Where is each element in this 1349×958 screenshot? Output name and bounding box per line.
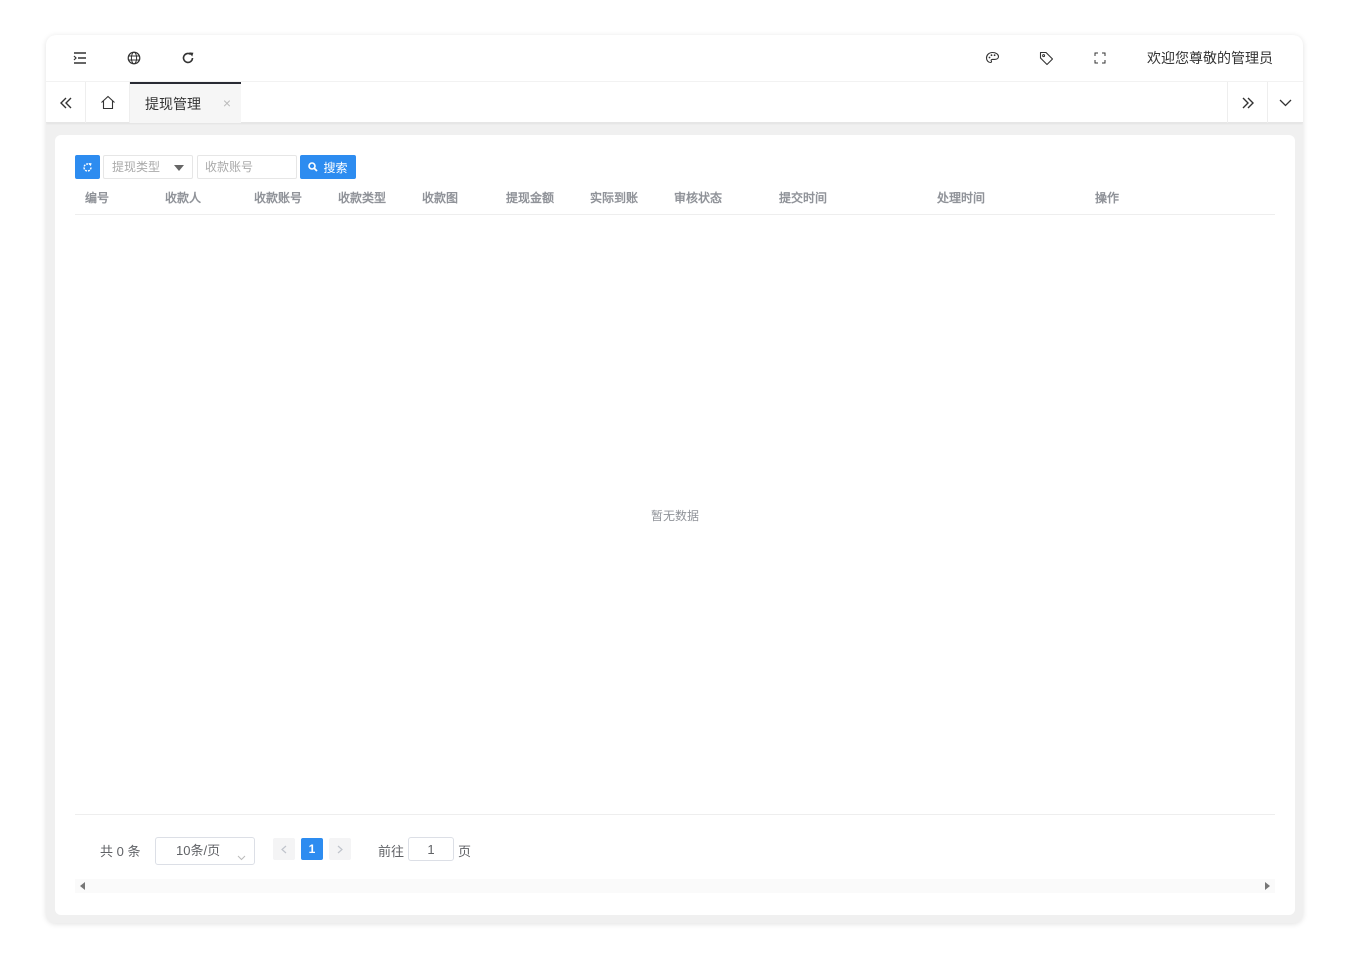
column-header[interactable]: 提现金额: [506, 189, 554, 206]
refresh-icon: [83, 162, 92, 172]
column-header[interactable]: 收款图: [422, 189, 458, 206]
table-header: 编号 收款人 收款账号 收款类型 收款图 提现金额 实际到账 审核状态 提交时间…: [75, 179, 1275, 215]
indent-icon[interactable]: [70, 48, 90, 68]
withdraw-type-select[interactable]: 提现类型: [103, 155, 193, 179]
column-header[interactable]: 提交时间: [779, 189, 827, 206]
page-number-current[interactable]: 1: [301, 838, 323, 860]
table-bottom-divider: [75, 814, 1275, 815]
tag-icon[interactable]: [1036, 48, 1056, 68]
next-page-button[interactable]: [329, 838, 351, 860]
tabs-scroll-left-button[interactable]: [46, 82, 86, 123]
tab-withdraw-management[interactable]: 提现管理 ×: [130, 82, 241, 123]
column-header[interactable]: 处理时间: [937, 189, 985, 206]
column-header[interactable]: 审核状态: [674, 189, 722, 206]
pagination-total: 共 0 条: [100, 844, 141, 859]
globe-icon[interactable]: [124, 48, 144, 68]
prev-page-button[interactable]: [273, 838, 295, 860]
scroll-left-arrow-icon[interactable]: [80, 882, 85, 890]
home-icon: [100, 95, 115, 110]
column-header[interactable]: 收款人: [165, 189, 201, 206]
goto-suffix: 页: [458, 844, 472, 859]
tabs-menu-button[interactable]: [1267, 82, 1303, 123]
caret-down-icon: [174, 165, 184, 171]
page-size-select[interactable]: 10条/页: [155, 837, 255, 865]
fullscreen-icon[interactable]: [1090, 48, 1110, 68]
tab-home[interactable]: [86, 82, 130, 123]
scroll-right-arrow-icon[interactable]: [1265, 882, 1270, 890]
column-header[interactable]: 编号: [85, 189, 109, 206]
goto-page-input[interactable]: [408, 837, 454, 861]
search-icon: [308, 162, 319, 172]
chevron-right-icon: [337, 845, 343, 853]
search-button[interactable]: 搜索: [300, 155, 356, 179]
empty-table-message: 暂无数据: [650, 509, 699, 523]
goto-prefix: 前往: [378, 844, 405, 859]
column-header[interactable]: 收款类型: [338, 189, 386, 206]
account-number-input[interactable]: [197, 155, 297, 179]
column-header[interactable]: 操作: [1095, 189, 1119, 206]
tabs-scroll-right-button[interactable]: [1227, 82, 1267, 123]
tab-label: 提现管理: [145, 95, 201, 112]
withdraw-type-placeholder: 提现类型: [112, 160, 161, 174]
palette-icon[interactable]: [982, 48, 1002, 68]
chevron-down-icon: [1279, 99, 1292, 106]
column-header[interactable]: 收款账号: [254, 189, 302, 206]
chevron-left-icon: [281, 845, 287, 853]
search-toolbar: 提现类型 搜索: [75, 155, 356, 179]
refresh-table-button[interactable]: [75, 155, 100, 179]
chevron-down-icon: [237, 844, 246, 870]
column-header[interactable]: 实际到账: [590, 189, 638, 206]
horizontal-scrollbar[interactable]: [75, 879, 1275, 893]
admin-window: 欢迎您尊敬的管理员 提现管理 × 提现类型 收款账号 搜索 编号 收款人 收款账…: [46, 35, 1303, 923]
welcome-text[interactable]: 欢迎您尊敬的管理员: [1147, 49, 1273, 67]
search-button-label: 搜索: [323, 160, 348, 175]
page-size-value: 10条/页: [176, 843, 221, 858]
tab-close-icon[interactable]: ×: [223, 95, 231, 111]
double-chevron-right-icon: [1242, 97, 1254, 108]
tab-bar: 提现管理 ×: [46, 82, 1303, 123]
refresh-icon[interactable]: [178, 48, 198, 68]
top-header: 欢迎您尊敬的管理员: [46, 35, 1303, 82]
content-card: 提现类型 搜索 编号 收款人 收款账号 收款类型 收款图 提现金额 实际到账 审…: [55, 135, 1295, 915]
double-chevron-left-icon: [59, 97, 71, 108]
